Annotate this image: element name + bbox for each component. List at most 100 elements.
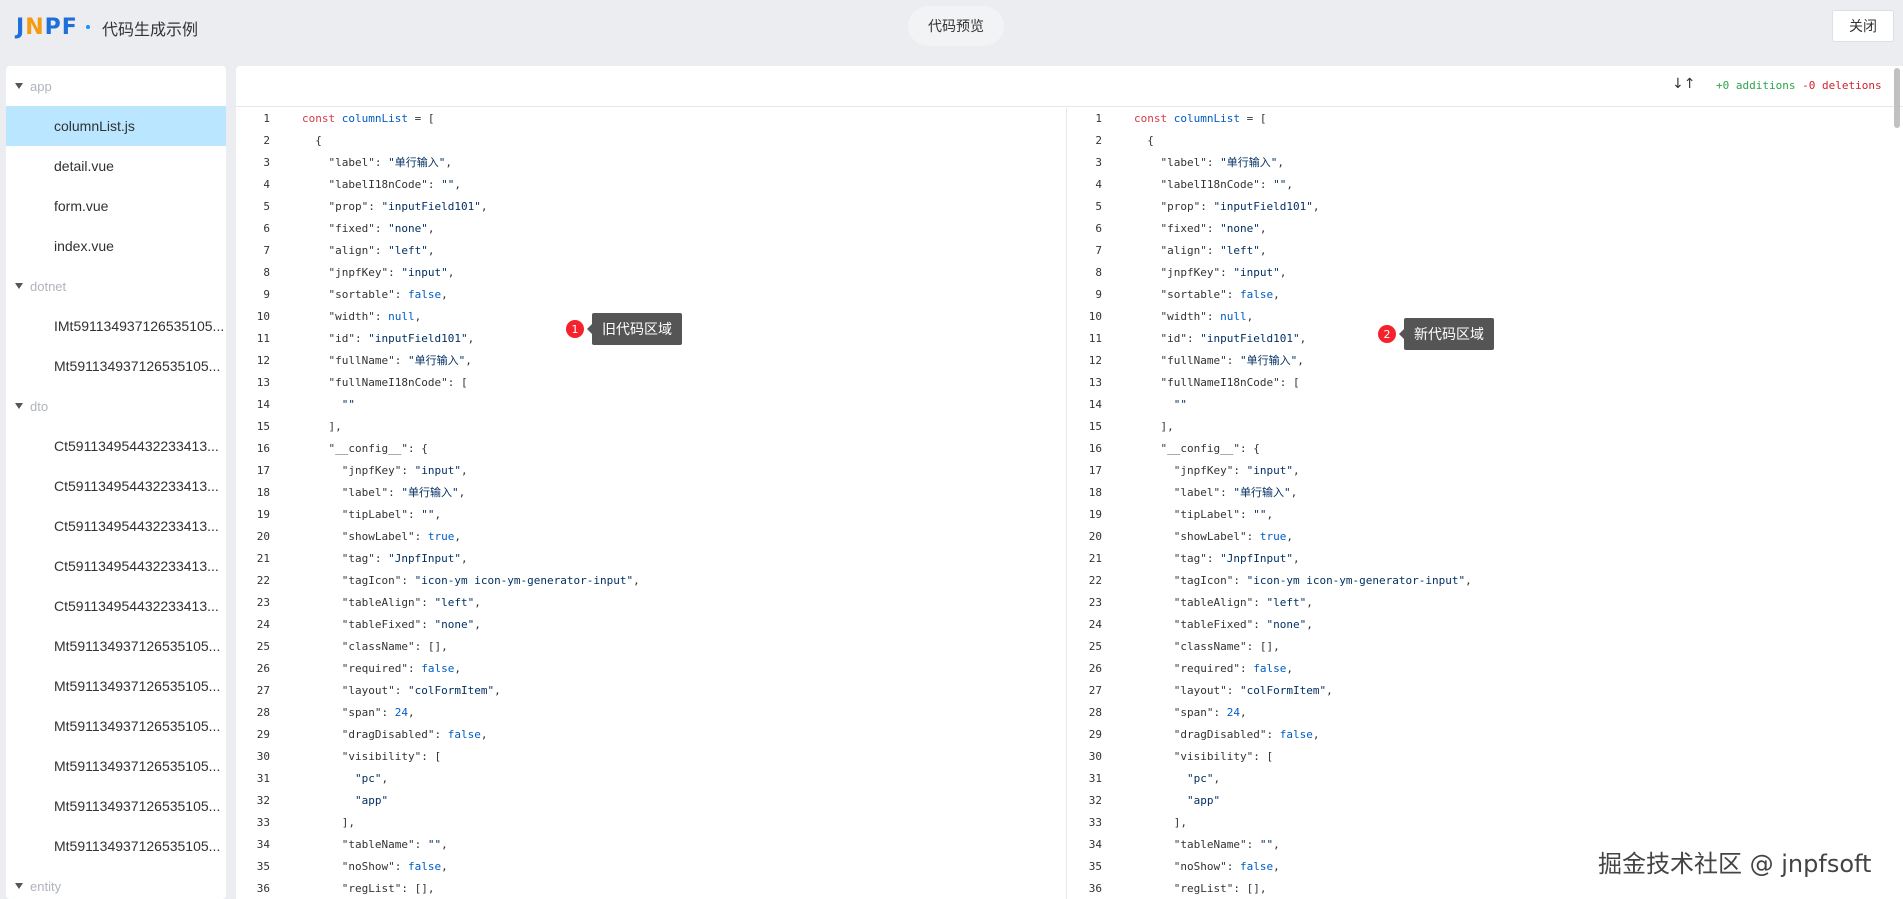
line-code: "tipLabel": "", (1134, 508, 1274, 521)
annotation-badge-new: 2 (1378, 325, 1396, 343)
line-code: ], (1134, 420, 1174, 433)
tree-folder-entity[interactable]: entity (6, 866, 226, 899)
old-code-line: 31 "pc", (236, 768, 1066, 790)
tree-file-item[interactable]: Mt591134937126535105... (6, 666, 226, 706)
new-code-line: 33 ], (1068, 812, 1888, 834)
annotation-label-new: 新代码区域 (1399, 318, 1494, 350)
new-code-line: 28 "span": 24, (1068, 702, 1888, 724)
tree-file-item[interactable]: Ct591134954432233413... (6, 546, 226, 586)
new-code-line: 4 "labelI18nCode": "", (1068, 174, 1888, 196)
tree-file-item[interactable]: Mt591134937126535105... (6, 626, 226, 666)
line-code: "label": "单行输入", (1134, 156, 1284, 169)
tree-folder-app[interactable]: app (6, 66, 226, 106)
tree-file-item[interactable]: Mt591134937126535105... (6, 826, 226, 866)
tree-file-item[interactable]: Ct591134954432233413... (6, 466, 226, 506)
old-code-line: 27 "layout": "colFormItem", (236, 680, 1066, 702)
old-code-pane[interactable]: 1 const columnList = [2 {3 "label": "单行输入… (236, 108, 1067, 899)
line-code: "jnpfKey": "input", (302, 266, 455, 279)
code-preview-button[interactable]: 代码预览 (908, 6, 1004, 46)
tree-file-item[interactable]: index.vue (6, 226, 226, 266)
new-code-line: 18 "label": "单行输入", (1068, 482, 1888, 504)
tree-file-item[interactable]: IMt591134937126535105... (6, 306, 226, 346)
line-number: 31 (256, 772, 270, 785)
line-code: "jnpfKey": "input", (302, 464, 468, 477)
new-code-line: 30 "visibility": [ (1068, 746, 1888, 768)
tree-folder-dotnet[interactable]: dotnet (6, 266, 226, 306)
line-code: "id": "inputField101", (302, 332, 475, 345)
tree-folder-dto[interactable]: dto (6, 386, 226, 426)
tree-file-item[interactable]: Ct591134954432233413... (6, 506, 226, 546)
file-tree: app columnList.js detail.vue form.vue index.… (6, 66, 226, 899)
line-number: 35 (1088, 860, 1102, 873)
old-code-line: 17 "jnpfKey": "input", (236, 460, 1066, 482)
close-button[interactable]: 关闭 (1832, 10, 1894, 42)
line-code: "jnpfKey": "input", (1134, 464, 1300, 477)
line-code: { (302, 134, 322, 147)
line-number: 9 (263, 288, 270, 301)
tree-file-item[interactable]: columnList.js (6, 106, 226, 146)
old-code-line: 23 "tableAlign": "left", (236, 592, 1066, 614)
line-number: 8 (1095, 266, 1102, 279)
tree-file-item[interactable]: Mt591134937126535105... (6, 706, 226, 746)
old-code-line: 2 { (236, 130, 1066, 152)
tree-file-item[interactable]: Ct591134954432233413... (6, 586, 226, 626)
old-code-line: 7 "align": "left", (236, 240, 1066, 262)
old-code-line: 36 "regList": [], (236, 878, 1066, 899)
line-code: "visibility": [ (1134, 750, 1274, 763)
line-number: 23 (256, 596, 270, 609)
old-code-line: 4 "labelI18nCode": "", (236, 174, 1066, 196)
line-code: "id": "inputField101", (1134, 332, 1307, 345)
caret-down-icon (15, 403, 23, 409)
line-number: 13 (1088, 376, 1102, 389)
tree-file-item[interactable]: form.vue (6, 186, 226, 226)
new-code-line: 21 "tag": "JnpfInput", (1068, 548, 1888, 570)
line-code: "className": [], (302, 640, 448, 653)
old-code-line: 33 ], (236, 812, 1066, 834)
code-diff-panel: ↓↑ +0 additions -0 deletions 1 const colu… (236, 66, 1903, 899)
line-code: "" (341, 398, 355, 411)
line-code: "__config__": { (1134, 442, 1260, 455)
new-code-line: 5 "prop": "inputField101", (1068, 196, 1888, 218)
old-code-line: 16 "__config__": { (236, 438, 1066, 460)
new-code-line: 8 "jnpfKey": "input", (1068, 262, 1888, 284)
line-number: 20 (1088, 530, 1102, 543)
line-number: 12 (1088, 354, 1102, 367)
line-number: 11 (1088, 332, 1102, 345)
diff-scrollbar-track[interactable] (1891, 66, 1901, 899)
annotation-badge-old: 1 (566, 320, 584, 338)
new-code-line: 7 "align": "left", (1068, 240, 1888, 262)
line-code: "tableFixed": "none", (302, 618, 481, 631)
line-number: 9 (1095, 288, 1102, 301)
line-number: 14 (1088, 398, 1102, 411)
line-code: "width": null, (302, 310, 422, 323)
line-code: "tableName": "", (302, 838, 448, 851)
line-code: "dragDisabled": false, (1134, 728, 1320, 741)
diff-scrollbar-thumb[interactable] (1894, 68, 1900, 128)
line-code: ], (302, 420, 342, 433)
line-code: "app" (354, 794, 389, 807)
line-code: "fixed": "none", (1134, 222, 1267, 235)
line-number: 29 (256, 728, 270, 741)
new-code-line: 2 { (1068, 130, 1888, 152)
new-code-line: 9 "sortable": false, (1068, 284, 1888, 306)
new-code-pane[interactable]: 1 const columnList = [2 {3 "label": "单行输入… (1068, 108, 1888, 899)
tree-folder-label: app (30, 78, 52, 94)
navigate-diff-arrows-icon[interactable]: ↓↑ (1672, 76, 1695, 92)
line-code: "dragDisabled": false, (302, 728, 488, 741)
tree-file-item[interactable]: Ct591134954432233413... (6, 426, 226, 466)
tree-file-item[interactable]: Mt591134937126535105... (6, 746, 226, 786)
tree-file-item[interactable]: Mt591134937126535105... (6, 786, 226, 826)
line-code: "width": null, (1134, 310, 1254, 323)
line-code: "fullNameI18nCode": [ (1134, 376, 1300, 389)
line-code: "labelI18nCode": "", (1134, 178, 1293, 191)
old-code-line: 9 "sortable": false, (236, 284, 1066, 306)
tree-file-item[interactable]: detail.vue (6, 146, 226, 186)
line-code: "tableAlign": "left", (1134, 596, 1313, 609)
line-code: "app" (1186, 794, 1221, 807)
new-code-line: 6 "fixed": "none", (1068, 218, 1888, 240)
tree-file-item[interactable]: Mt591134937126535105... (6, 346, 226, 386)
old-code-line: 21 "tag": "JnpfInput", (236, 548, 1066, 570)
old-code-line: 32 "app" (236, 790, 1066, 812)
new-code-line: 25 "className": [], (1068, 636, 1888, 658)
caret-down-icon (15, 883, 23, 889)
